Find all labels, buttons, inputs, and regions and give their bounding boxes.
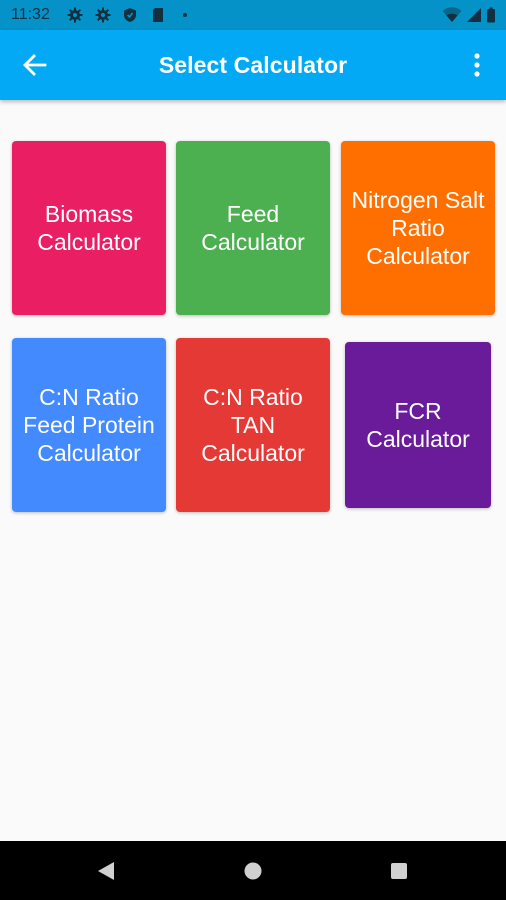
recents-square-icon bbox=[391, 863, 407, 879]
nav-back-button[interactable] bbox=[88, 853, 124, 889]
nitrogen-salt-ratio-calculator-tile[interactable]: Nitrogen Salt Ratio Calculator bbox=[341, 141, 495, 315]
tile-label: C:N Ratio TAN Calculator bbox=[201, 384, 305, 466]
wifi-icon bbox=[442, 7, 462, 22]
nav-recents-button[interactable] bbox=[381, 853, 417, 889]
back-triangle-icon bbox=[98, 862, 114, 880]
gear-icon bbox=[95, 7, 111, 23]
notification-dot-icon bbox=[183, 13, 187, 17]
tile-label: Feed Calculator bbox=[201, 201, 305, 255]
battery-icon bbox=[487, 7, 495, 23]
biomass-calculator-tile[interactable]: Biomass Calculator bbox=[12, 141, 166, 315]
system-nav-bar bbox=[0, 841, 506, 900]
cn-ratio-feed-protein-calculator-tile[interactable]: C:N Ratio Feed Protein Calculator bbox=[12, 338, 166, 512]
nav-home-button[interactable] bbox=[235, 853, 271, 889]
cell-signal-icon bbox=[467, 8, 481, 22]
overflow-menu-button[interactable] bbox=[458, 44, 496, 86]
tile-label: Nitrogen Salt Ratio Calculator bbox=[351, 187, 485, 269]
tile-label: C:N Ratio Feed Protein Calculator bbox=[23, 384, 155, 466]
back-button[interactable] bbox=[14, 44, 56, 86]
app-bar: Select Calculator bbox=[0, 30, 506, 100]
tile-label: FCR Calculator bbox=[366, 398, 470, 452]
sim-card-icon bbox=[153, 8, 163, 22]
tile-label: Biomass Calculator bbox=[37, 201, 141, 255]
status-time: 11:32 bbox=[11, 6, 50, 23]
more-vert-icon bbox=[474, 53, 480, 77]
cn-ratio-tan-calculator-tile[interactable]: C:N Ratio TAN Calculator bbox=[176, 338, 330, 512]
status-bar: 11:32 bbox=[0, 0, 506, 30]
feed-calculator-tile[interactable]: Feed Calculator bbox=[176, 141, 330, 315]
gear-icon bbox=[67, 7, 83, 23]
fcr-calculator-tile[interactable]: FCR Calculator bbox=[345, 342, 491, 508]
page-title: Select Calculator bbox=[158, 52, 348, 78]
shield-icon bbox=[124, 8, 136, 22]
home-circle-icon bbox=[244, 862, 262, 880]
arrow-left-icon bbox=[23, 54, 47, 76]
